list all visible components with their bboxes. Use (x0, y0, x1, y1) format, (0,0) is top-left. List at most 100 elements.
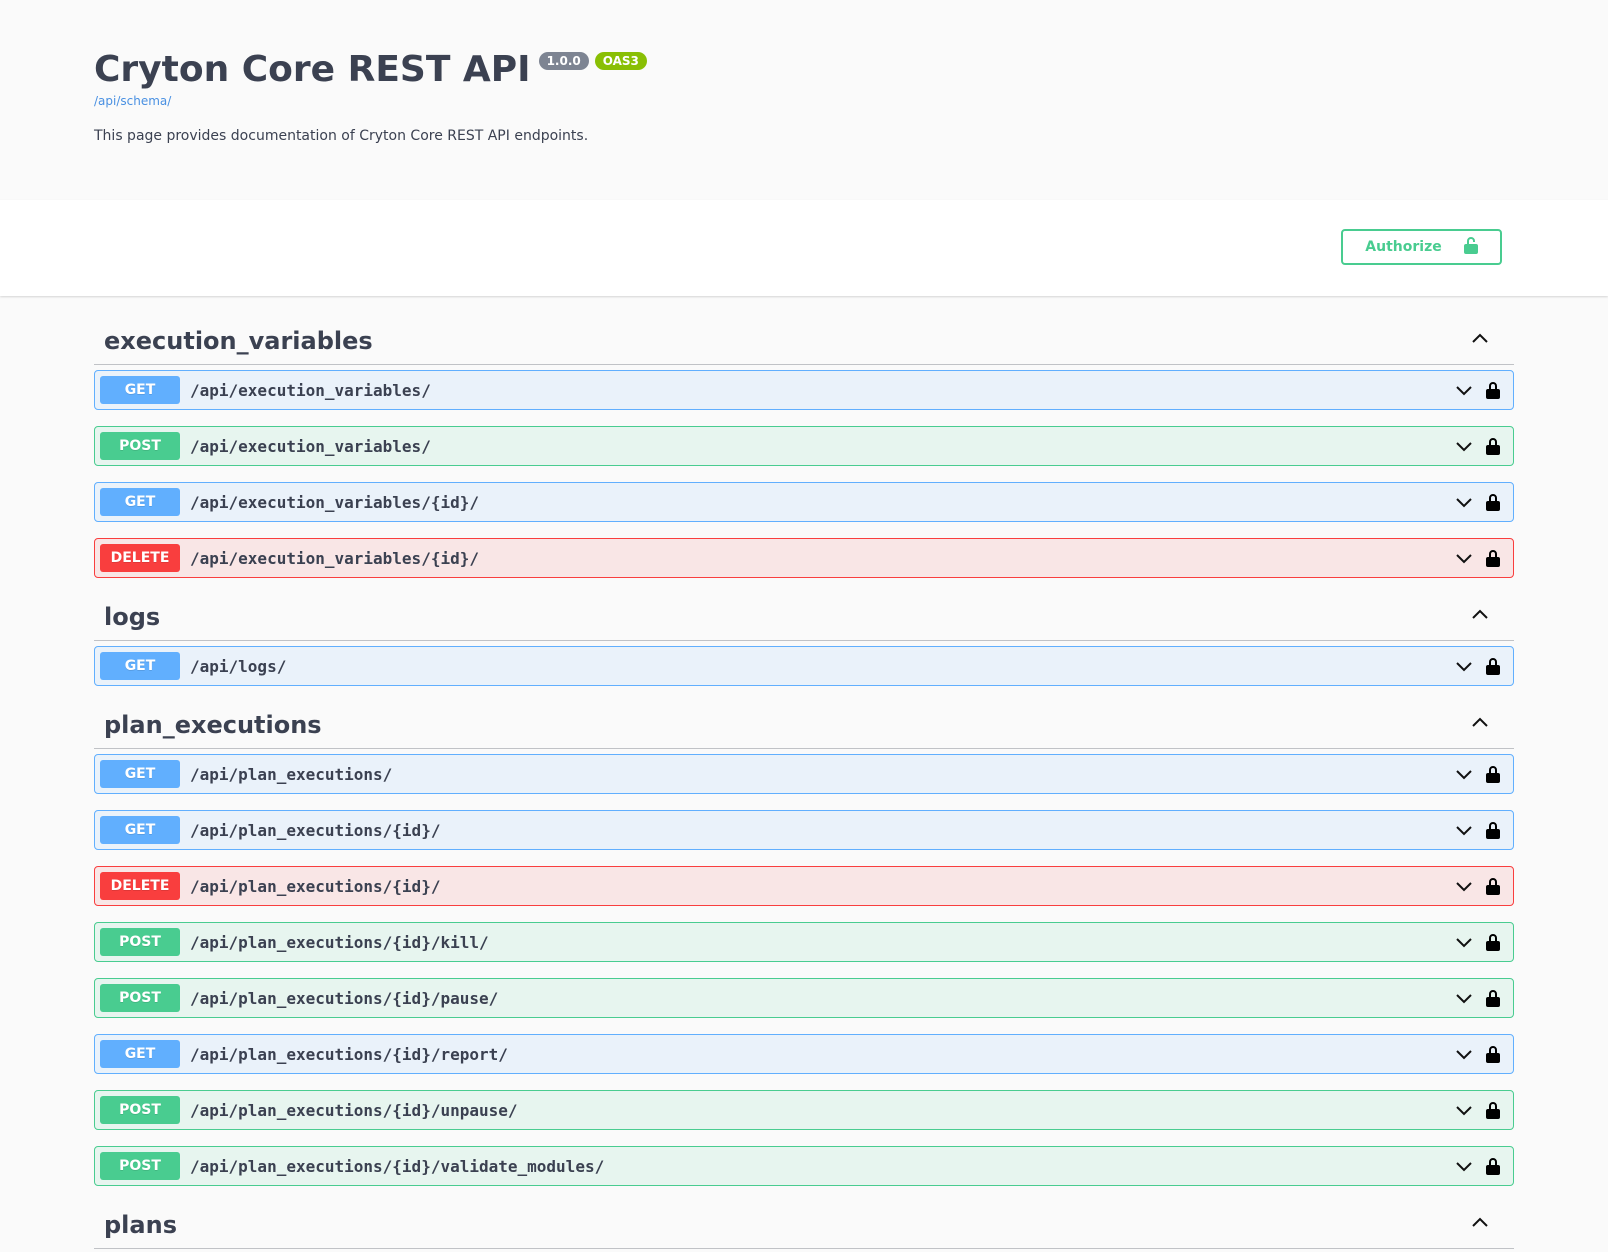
operation-icons (1454, 380, 1500, 400)
operation-path: /api/plan_executions/{id}/report/ (190, 1044, 508, 1064)
chevron-down-icon[interactable] (1454, 876, 1474, 896)
tag-name: logs (104, 603, 161, 631)
operation-icons (1454, 1100, 1500, 1120)
operation-row[interactable]: POST/api/plan_executions/{id}/kill/ (94, 922, 1514, 962)
lock-icon[interactable] (1486, 989, 1500, 1007)
tag-header-plans[interactable]: plans (94, 1202, 1514, 1249)
tag-section: logs GET/api/logs/ (94, 594, 1514, 686)
chevron-down-icon[interactable] (1454, 380, 1474, 400)
method-badge: POST (100, 984, 180, 1012)
api-title: Cryton Core REST API (94, 49, 531, 90)
chevron-down-icon[interactable] (1454, 820, 1474, 840)
lock-icon[interactable] (1486, 765, 1500, 783)
operation-row[interactable]: GET/api/plan_executions/{id}/ (94, 810, 1514, 850)
operation-icons (1454, 548, 1500, 568)
tag-header-plan-executions[interactable]: plan_executions (94, 702, 1514, 749)
operation-row[interactable]: DELETE/api/plan_executions/{id}/ (94, 866, 1514, 906)
chevron-down-icon[interactable] (1454, 988, 1474, 1008)
scheme-bar: Authorize (0, 200, 1608, 296)
operation-row[interactable]: GET/api/logs/ (94, 646, 1514, 686)
operation-row[interactable]: POST/api/plan_executions/{id}/validate_m… (94, 1146, 1514, 1186)
chevron-down-icon[interactable] (1454, 1100, 1474, 1120)
info-section: Cryton Core REST API 1.0.0 OAS3 /api/sch… (0, 0, 1608, 200)
oas-badge: OAS3 (594, 52, 647, 70)
lock-icon[interactable] (1486, 821, 1500, 839)
operation-icons (1454, 436, 1500, 456)
authorize-button[interactable]: Authorize (1341, 229, 1502, 265)
method-badge: POST (100, 928, 180, 956)
operation-icons (1454, 1044, 1500, 1064)
operation-icons (1454, 492, 1500, 512)
lock-icon[interactable] (1486, 437, 1500, 455)
lock-icon[interactable] (1486, 549, 1500, 567)
method-badge: POST (100, 1096, 180, 1124)
tag-name: plan_executions (104, 711, 322, 739)
operation-path: /api/plan_executions/ (190, 764, 393, 784)
tag-section: execution_variables GET/api/execution_var… (94, 318, 1514, 578)
tag-name: plans (104, 1211, 177, 1239)
operations-list: execution_variables GET/api/execution_var… (0, 296, 1608, 1249)
tag-name: execution_variables (104, 327, 373, 355)
chevron-down-icon[interactable] (1454, 548, 1474, 568)
operation-row[interactable]: DELETE/api/execution_variables/{id}/ (94, 538, 1514, 578)
operation-path: /api/plan_executions/{id}/kill/ (190, 932, 489, 952)
tag-header-logs[interactable]: logs (94, 594, 1514, 641)
chevron-down-icon[interactable] (1454, 1156, 1474, 1176)
chevron-down-icon[interactable] (1454, 436, 1474, 456)
lock-icon[interactable] (1486, 877, 1500, 895)
operation-path: /api/plan_executions/{id}/unpause/ (190, 1100, 518, 1120)
chevron-down-icon[interactable] (1454, 656, 1474, 676)
method-badge: GET (100, 1040, 180, 1068)
chevron-down-icon[interactable] (1454, 932, 1474, 952)
lock-icon[interactable] (1486, 657, 1500, 675)
operation-icons (1454, 1156, 1500, 1176)
operation-icons (1454, 656, 1500, 676)
operation-row[interactable]: GET/api/plan_executions/ (94, 754, 1514, 794)
operation-row[interactable]: GET/api/plan_executions/{id}/report/ (94, 1034, 1514, 1074)
operation-path: /api/plan_executions/{id}/ (190, 876, 441, 896)
operation-path: /api/logs/ (190, 656, 287, 676)
chevron-down-icon[interactable] (1454, 764, 1474, 784)
tag-section: plan_executions GET/api/plan_executions/G… (94, 702, 1514, 1186)
method-badge: DELETE (100, 872, 180, 900)
api-description: This page provides documentation of Cryt… (94, 128, 589, 144)
operation-row[interactable]: GET/api/execution_variables/{id}/ (94, 482, 1514, 522)
operation-icons (1454, 764, 1500, 784)
operation-row[interactable]: POST/api/plan_executions/{id}/unpause/ (94, 1090, 1514, 1130)
method-badge: GET (100, 652, 180, 680)
schema-link[interactable]: /api/schema/ (94, 94, 647, 108)
tag-header-execution-variables[interactable]: execution_variables (94, 318, 1514, 365)
chevron-up-icon[interactable] (1470, 1213, 1490, 1237)
lock-icon[interactable] (1486, 1157, 1500, 1175)
authorize-label: Authorize (1365, 239, 1442, 255)
chevron-down-icon[interactable] (1454, 492, 1474, 512)
operation-path: /api/execution_variables/ (190, 436, 431, 456)
operation-path: /api/plan_executions/{id}/ (190, 820, 441, 840)
operation-path: /api/execution_variables/{id}/ (190, 492, 479, 512)
method-badge: POST (100, 432, 180, 460)
chevron-down-icon[interactable] (1454, 1044, 1474, 1064)
operation-icons (1454, 932, 1500, 952)
method-badge: GET (100, 816, 180, 844)
lock-icon[interactable] (1486, 1101, 1500, 1119)
chevron-up-icon[interactable] (1470, 605, 1490, 629)
operation-row[interactable]: GET/api/execution_variables/ (94, 370, 1514, 410)
chevron-up-icon[interactable] (1470, 713, 1490, 737)
operation-icons (1454, 876, 1500, 896)
lock-icon[interactable] (1486, 933, 1500, 951)
chevron-up-icon[interactable] (1470, 329, 1490, 353)
operation-row[interactable]: POST/api/plan_executions/{id}/pause/ (94, 978, 1514, 1018)
lock-icon[interactable] (1486, 381, 1500, 399)
operation-path: /api/plan_executions/{id}/pause/ (190, 988, 499, 1008)
lock-icon[interactable] (1486, 493, 1500, 511)
operation-path: /api/plan_executions/{id}/validate_modul… (190, 1156, 605, 1176)
method-badge: GET (100, 760, 180, 788)
lock-icon[interactable] (1486, 1045, 1500, 1063)
operation-path: /api/execution_variables/{id}/ (190, 548, 479, 568)
operation-path: /api/execution_variables/ (190, 380, 431, 400)
method-badge: POST (100, 1152, 180, 1180)
unlocked-icon (1463, 236, 1478, 258)
version-badge: 1.0.0 (538, 52, 589, 70)
operation-row[interactable]: POST/api/execution_variables/ (94, 426, 1514, 466)
tag-section: plans (94, 1202, 1514, 1249)
